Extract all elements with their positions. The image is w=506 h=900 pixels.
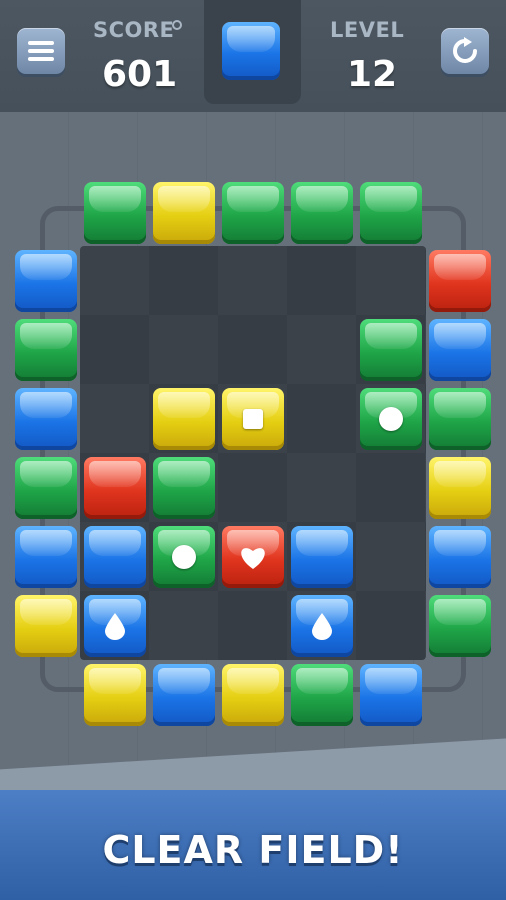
field-block-heart[interactable] xyxy=(222,526,284,588)
square-icon xyxy=(243,409,263,429)
field-block[interactable] xyxy=(84,526,146,588)
border-block-bottom-4[interactable] xyxy=(291,664,353,726)
border-block-right-2[interactable] xyxy=(429,319,491,381)
border-block-left-1[interactable] xyxy=(15,250,77,312)
field-block-square[interactable] xyxy=(222,388,284,450)
score-label: SCORE xyxy=(93,18,175,42)
border-block-top-4[interactable] xyxy=(291,182,353,244)
field-block[interactable] xyxy=(291,526,353,588)
border-block-top-1[interactable] xyxy=(84,182,146,244)
border-block-bottom-2[interactable] xyxy=(153,664,215,726)
hamburger-menu-icon xyxy=(28,41,54,61)
level-value: 12 xyxy=(347,54,398,95)
level-label: LEVEL xyxy=(330,18,405,42)
heart-icon xyxy=(241,548,265,569)
border-block-left-5[interactable] xyxy=(15,526,77,588)
clear-field-banner-text: CLEAR FIELD! xyxy=(102,828,404,872)
score-value: 601 xyxy=(102,54,178,95)
drop-icon xyxy=(312,613,332,640)
border-block-top-3[interactable] xyxy=(222,182,284,244)
border-block-left-4[interactable] xyxy=(15,457,77,519)
field-block[interactable] xyxy=(153,388,215,450)
border-block-right-3[interactable] xyxy=(429,388,491,450)
border-block-bottom-1[interactable] xyxy=(84,664,146,726)
menu-button[interactable] xyxy=(17,28,65,74)
border-block-bottom-3[interactable] xyxy=(222,664,284,726)
restart-button[interactable] xyxy=(441,28,489,74)
field-block[interactable] xyxy=(153,457,215,519)
border-block-bottom-5[interactable] xyxy=(360,664,422,726)
border-block-right-5[interactable] xyxy=(429,526,491,588)
circle-icon xyxy=(379,407,403,431)
field-block-circle[interactable] xyxy=(360,388,422,450)
border-block-right-4[interactable] xyxy=(429,457,491,519)
field-block-drop[interactable] xyxy=(84,595,146,657)
border-block-left-3[interactable] xyxy=(15,388,77,450)
field-block[interactable] xyxy=(84,457,146,519)
border-block-right-1[interactable] xyxy=(429,250,491,312)
border-block-top-2[interactable] xyxy=(153,182,215,244)
field-block-drop[interactable] xyxy=(291,595,353,657)
drop-icon xyxy=(105,613,125,640)
score-indicator-icon xyxy=(172,20,182,30)
border-block-left-2[interactable] xyxy=(15,319,77,381)
field-block[interactable] xyxy=(360,319,422,381)
restart-icon xyxy=(453,37,477,63)
next-block xyxy=(222,22,280,80)
border-block-left-6[interactable] xyxy=(15,595,77,657)
circle-icon xyxy=(172,545,196,569)
border-block-top-5[interactable] xyxy=(360,182,422,244)
border-block-right-6[interactable] xyxy=(429,595,491,657)
field-block-circle[interactable] xyxy=(153,526,215,588)
